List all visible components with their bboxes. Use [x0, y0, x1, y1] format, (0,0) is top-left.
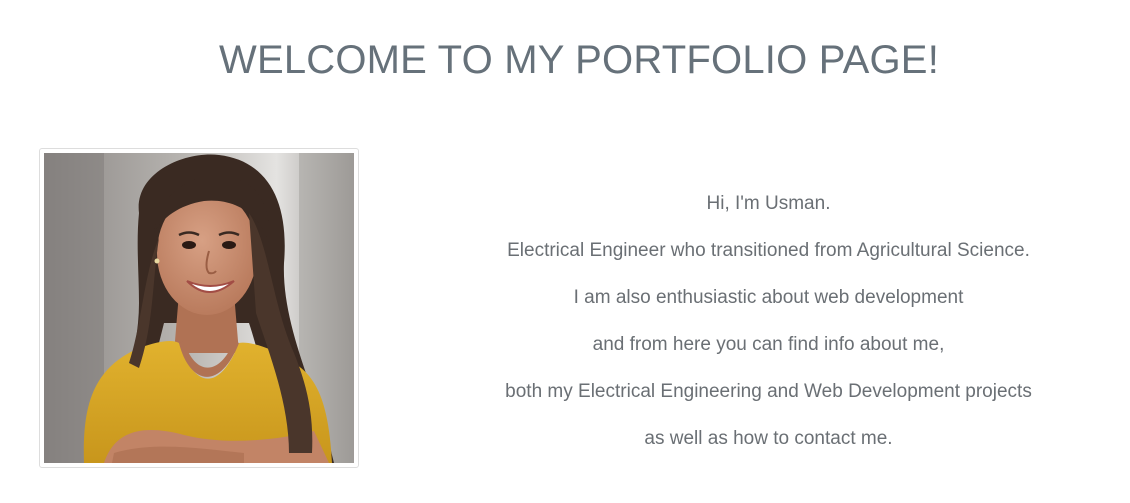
- intro-line-background: Electrical Engineer who transitioned fro…: [507, 240, 1030, 261]
- intro-line-contact: as well as how to contact me.: [644, 428, 893, 449]
- profile-photo: [44, 153, 354, 463]
- intro-line-info: and from here you can find info about me…: [592, 334, 945, 355]
- portfolio-page: WELCOME TO MY PORTFOLIO PAGE! Hi, I'm Us…: [0, 0, 1130, 503]
- profile-photo-frame: [39, 148, 359, 468]
- page-title: WELCOME TO MY PORTFOLIO PAGE!: [218, 38, 940, 82]
- intro-line-greeting: Hi, I'm Usman.: [706, 193, 831, 214]
- intro-line-interest: I am also enthusiastic about web develop…: [573, 287, 964, 308]
- intro-line-projects: both my Electrical Engineering and Web D…: [505, 381, 1032, 402]
- intro-text: Hi, I'm Usman. Electrical Engineer who t…: [390, 180, 1130, 462]
